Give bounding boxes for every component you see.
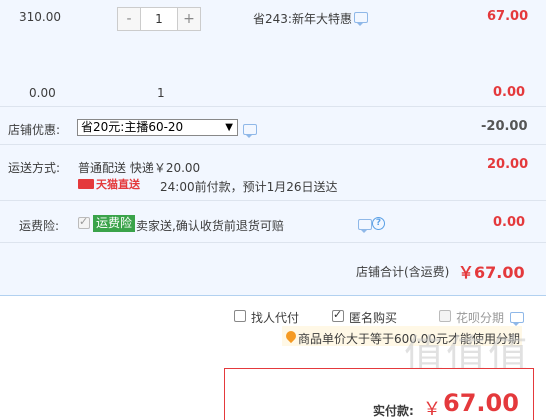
shop-discount-selected: 省20元:主播60-20 — [81, 120, 184, 134]
summary-quantity: 1 — [157, 86, 165, 100]
tmall-direct-badge: 天猫直送 — [78, 179, 140, 191]
insurance-checkbox[interactable] — [78, 215, 90, 229]
help-question-icon[interactable]: ? — [372, 217, 385, 230]
shipping-method: 普通配送 快递￥20.00 — [78, 161, 201, 175]
tmall-badge-text: 天猫直送 — [96, 178, 140, 191]
payment-summary: 实付款: ￥ 67.00 — [224, 368, 534, 420]
discount-chat-icon[interactable] — [243, 124, 257, 138]
find-payer-label[interactable]: 找人代付 — [251, 309, 299, 326]
divider — [0, 200, 546, 201]
payment-currency: ￥ — [423, 399, 441, 420]
quantity-stepper[interactable]: - 1 + — [117, 7, 201, 31]
payment-amount: 67.00 — [443, 389, 519, 417]
decrease-button[interactable]: - — [118, 8, 140, 30]
item-subtotal: 67.00 — [487, 9, 529, 24]
insurance-tag: 运费险 — [93, 215, 136, 232]
huabei-checkbox[interactable] — [439, 310, 451, 322]
tmall-logo-icon — [78, 179, 94, 189]
shipping-amount: 20.00 — [487, 157, 529, 172]
divider — [0, 144, 546, 145]
payment-label: 实付款: — [373, 404, 414, 418]
shop-total-amount: ￥67.00 — [458, 263, 525, 282]
find-payer-checkbox[interactable] — [234, 310, 246, 322]
anonymous-checkbox[interactable] — [332, 308, 344, 322]
insurance-label: 运费险: — [19, 219, 60, 233]
insurance-chat-icon[interactable] — [358, 219, 372, 233]
shop-discount-label: 店铺优惠: — [8, 123, 61, 137]
insurance-amount: 0.00 — [493, 215, 526, 230]
shop-discount-select[interactable]: 省20元:主播60-20 ▼ — [77, 119, 238, 136]
promo-text: 省243:新年大特惠 — [253, 12, 352, 26]
dropdown-arrow-icon: ▼ — [225, 122, 233, 133]
unit-price: 310.00 — [19, 10, 61, 24]
shop-total-label: 店铺合计(含运费) — [356, 265, 450, 279]
insurance-description: 卖家送,确认收货前退货可赔 — [136, 219, 284, 233]
delivery-note: 24:00前付款，预计1月26日送达 — [160, 180, 338, 194]
shipping-label: 运送方式: — [8, 161, 61, 175]
panel-bottom-border — [0, 295, 546, 296]
increase-button[interactable]: + — [178, 8, 200, 30]
quantity-input[interactable]: 1 — [140, 8, 178, 30]
order-panel — [0, 0, 546, 296]
summary-left-value: 0.00 — [29, 86, 56, 100]
shop-discount-amount: -20.00 — [481, 119, 528, 134]
divider — [0, 242, 546, 243]
anonymous-label[interactable]: 匿名购买 — [349, 309, 397, 326]
promo-chat-icon[interactable] — [354, 12, 368, 26]
summary-right-value: 0.00 — [493, 85, 526, 100]
divider — [0, 106, 546, 107]
